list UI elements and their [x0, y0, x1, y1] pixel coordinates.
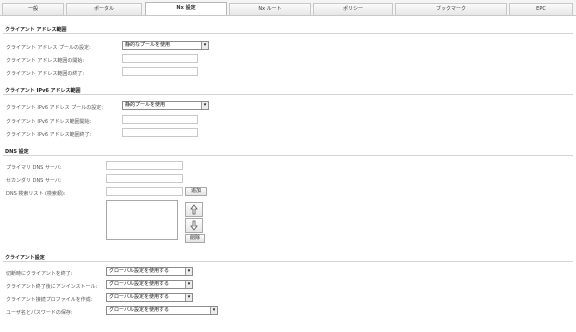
create-profile-select[interactable]: グローバル設定を使用する ▾	[106, 293, 193, 302]
client-settings-section-title: クライアント設定	[5, 255, 45, 261]
dns-section-title: DNS 設定	[5, 149, 29, 155]
dns-search-list-label: DNS 検索リスト (検索順):	[6, 191, 66, 197]
ipv6-range-start-input[interactable]	[122, 115, 198, 124]
range-start-input[interactable]	[122, 54, 198, 63]
ipv6-range-start-label: クライアント IPv6 アドレス範囲開始:	[6, 119, 92, 125]
exit-on-disconnect-select[interactable]: グローバル設定を使用する ▾	[106, 267, 193, 276]
ipv6-pool-setting-select[interactable]: 静的プールを使用 ▾	[122, 101, 209, 110]
exit-on-disconnect-label: 切断時にクライアントを終了:	[6, 271, 73, 277]
ipv6-range-end-input[interactable]	[122, 128, 198, 137]
uninstall-after-exit-select[interactable]: グローバル設定を使用する ▾	[106, 280, 193, 289]
arrow-down-icon	[190, 220, 198, 231]
chevron-down-icon: ▾	[201, 42, 208, 49]
chevron-down-icon: ▾	[185, 268, 192, 275]
dns-search-domain-input[interactable]	[106, 187, 183, 196]
pool-setting-label: クライアント アドレス プールの設定:	[6, 45, 91, 51]
create-profile-value: グローバル設定を使用する	[109, 294, 169, 300]
dns-search-listbox[interactable]	[106, 200, 178, 240]
tab-nx-settings[interactable]: Nx 設定	[145, 2, 227, 16]
range-end-input[interactable]	[122, 67, 198, 76]
secondary-dns-input[interactable]	[106, 174, 183, 183]
tab-bookmarks[interactable]: ブックマーク	[395, 3, 507, 15]
save-credentials-label: ユーザ名とパスワードの保存:	[6, 310, 73, 316]
chevron-down-icon: ▾	[185, 281, 192, 288]
primary-dns-input[interactable]	[106, 161, 183, 170]
move-up-button[interactable]	[185, 202, 203, 217]
uninstall-after-exit-label: クライアント終了後にアンインストール:	[6, 284, 98, 290]
delete-button[interactable]: 削除	[185, 234, 205, 243]
range-start-label: クライアント アドレス範囲の開始:	[6, 58, 85, 64]
exit-on-disconnect-value: グローバル設定を使用する	[109, 268, 169, 274]
tab-bar: 一般 ポータル Nx 設定 Nx ルート ポリシー ブックマーク EPC	[0, 0, 576, 16]
tab-general[interactable]: 一般	[2, 3, 64, 15]
secondary-dns-label: セカンダリ DNS サーバ:	[6, 178, 62, 184]
add-button[interactable]: 追加	[185, 187, 207, 196]
tab-nx-routes[interactable]: Nx ルート	[229, 3, 311, 15]
range-end-label: クライアント アドレス範囲の終了:	[6, 71, 85, 77]
chevron-down-icon: ▾	[185, 294, 192, 301]
tab-underline	[0, 15, 576, 16]
pool-setting-value: 静的なプールを使用	[125, 42, 171, 48]
ipv6-range-end-label: クライアント IPv6 アドレス範囲終了:	[6, 132, 92, 138]
arrow-up-icon	[190, 204, 198, 215]
tab-portal[interactable]: ポータル	[66, 3, 142, 15]
ipv6-pool-setting-value: 静的プールを使用	[125, 102, 166, 108]
section-divider	[3, 94, 573, 95]
save-credentials-value: グローバル設定を使用する	[109, 307, 169, 313]
chevron-down-icon: ▾	[210, 307, 217, 314]
save-credentials-select[interactable]: グローバル設定を使用する ▾	[106, 306, 218, 315]
tab-epc[interactable]: EPC	[509, 3, 573, 15]
pool-setting-select[interactable]: 静的なプールを使用 ▾	[122, 41, 209, 50]
create-profile-label: クライアント接続プロファイルを作成:	[6, 297, 93, 303]
chevron-down-icon: ▾	[201, 102, 208, 109]
move-down-button[interactable]	[185, 218, 203, 233]
client-address-section-title: クライアント アドレス範囲	[5, 27, 67, 33]
section-divider	[3, 261, 573, 262]
section-divider	[3, 155, 573, 156]
client-ipv6-section-title: クライアント IPv6 アドレス範囲	[5, 88, 81, 94]
tab-policies[interactable]: ポリシー	[313, 3, 393, 15]
uninstall-after-exit-value: グローバル設定を使用する	[109, 281, 169, 287]
primary-dns-label: プライマリ DNS サーバ:	[6, 165, 62, 171]
section-divider	[3, 33, 573, 34]
ipv6-pool-setting-label: クライアント IPv6 アドレス プールの設定:	[6, 105, 103, 111]
